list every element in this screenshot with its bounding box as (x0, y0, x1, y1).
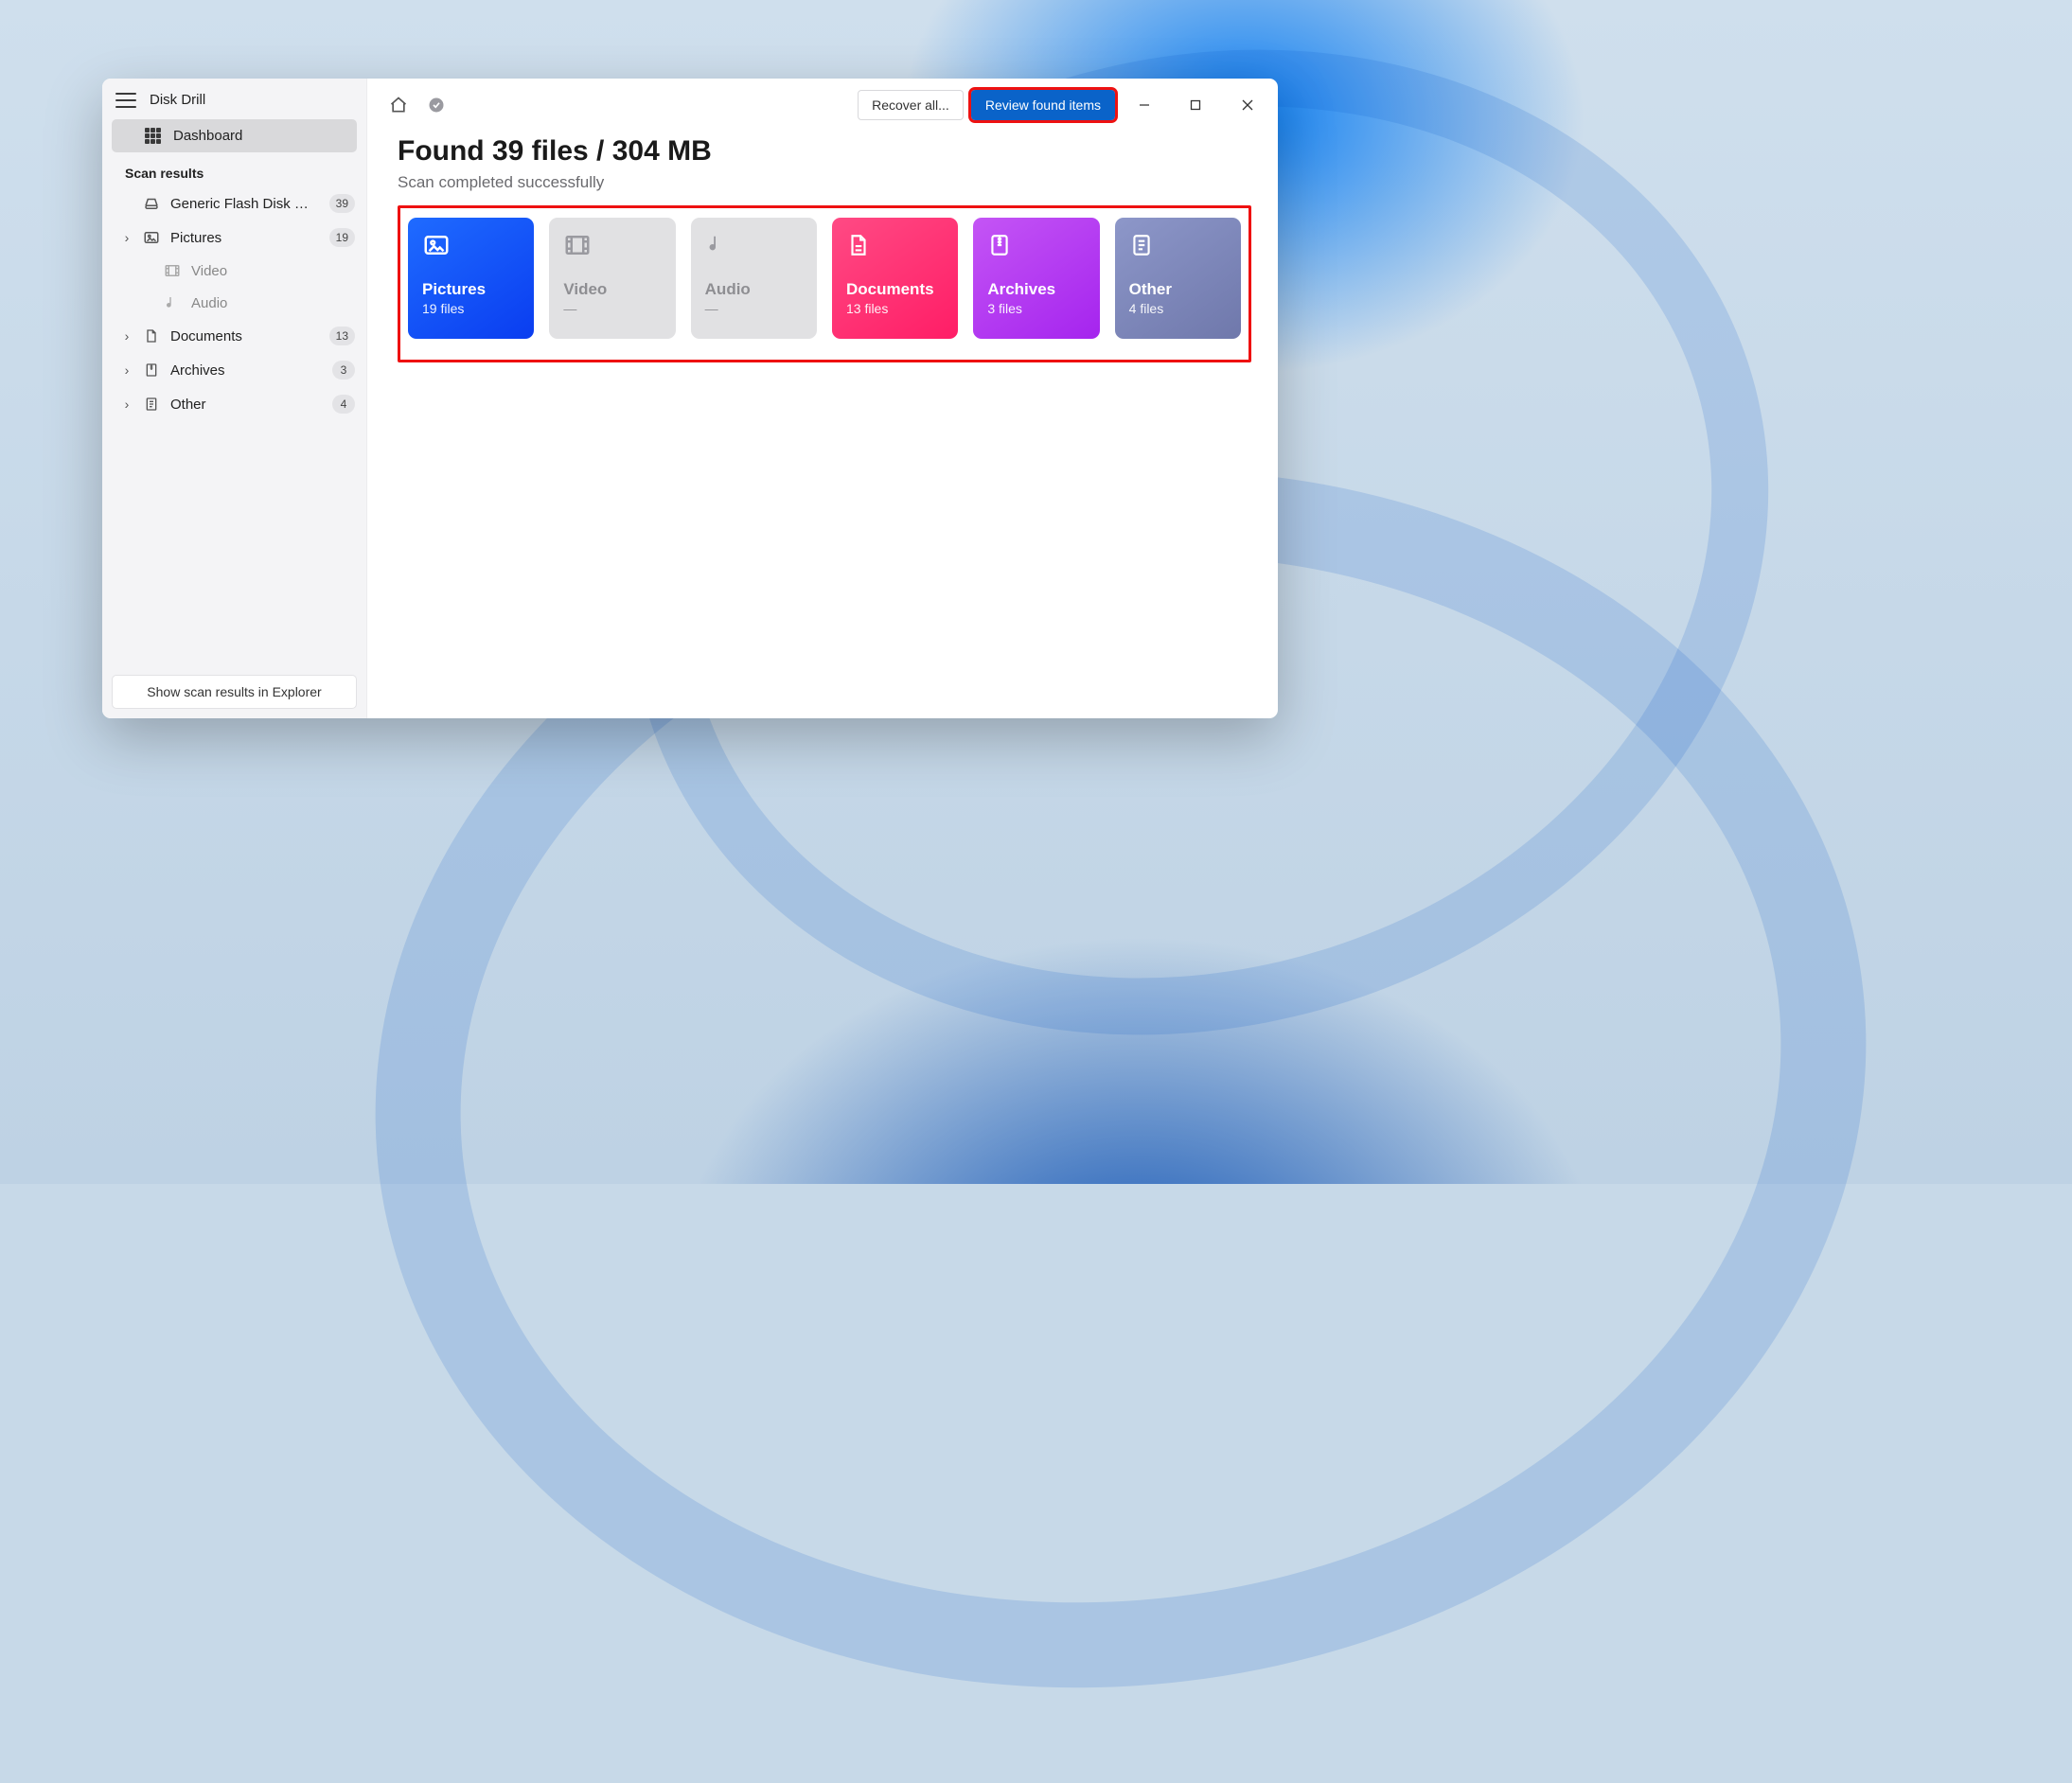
card-title: Other (1129, 280, 1227, 299)
sidebar-item-label: Pictures (170, 230, 319, 246)
count-badge: 3 (332, 361, 355, 380)
chevron-right-icon[interactable]: › (121, 397, 133, 412)
card-title: Documents (846, 280, 944, 299)
chevron-right-icon[interactable]: › (121, 328, 133, 344)
chevron-right-icon[interactable]: › (121, 230, 133, 245)
main-pane: Recover all... Review found items Found … (367, 79, 1278, 718)
maximize-button[interactable] (1174, 90, 1217, 120)
card-title: Archives (987, 280, 1085, 299)
sidebar-item-other[interactable]: › Other 4 (102, 387, 366, 421)
sidebar-item-label: Other (170, 397, 322, 413)
card-sub: 3 files (987, 301, 1085, 316)
document-icon (846, 231, 875, 259)
category-cards-highlight: Pictures 19 files Video — Audio — (398, 205, 1251, 362)
sidebar-item-device[interactable]: › Generic Flash Disk USB D... 39 (102, 186, 366, 221)
sidebar-item-archives[interactable]: › Archives 3 (102, 353, 366, 387)
show-in-explorer-button[interactable]: Show scan results in Explorer (112, 675, 357, 709)
card-documents[interactable]: Documents 13 files (832, 218, 958, 339)
sidebar-item-pictures[interactable]: › Pictures 19 (102, 221, 366, 255)
card-sub: 13 files (846, 301, 944, 316)
card-sub: 4 files (1129, 301, 1227, 316)
chevron-right-icon[interactable]: › (121, 362, 133, 378)
count-badge: 13 (329, 327, 355, 345)
picture-icon (422, 231, 451, 259)
card-archives[interactable]: Archives 3 files (973, 218, 1099, 339)
sidebar-item-label: Documents (170, 328, 319, 344)
sidebar: Disk Drill Dashboard Scan results › Gene… (102, 79, 367, 718)
card-sub: — (705, 301, 803, 316)
sidebar-item-label: Dashboard (173, 128, 242, 144)
video-icon (164, 262, 181, 279)
archive-icon (987, 231, 1016, 259)
app-window: Disk Drill Dashboard Scan results › Gene… (102, 79, 1278, 718)
card-sub: 19 files (422, 301, 520, 316)
sidebar-item-audio[interactable]: › Audio (102, 287, 366, 319)
app-title: Disk Drill (150, 92, 205, 108)
sidebar-item-label: Audio (191, 295, 355, 311)
video-icon (563, 231, 592, 259)
count-badge: 4 (332, 395, 355, 414)
results-subhead: Scan completed successfully (398, 173, 1251, 192)
audio-icon (164, 294, 181, 311)
archive-icon (143, 362, 160, 379)
recover-all-button[interactable]: Recover all... (858, 90, 964, 120)
sidebar-item-label: Generic Flash Disk USB D... (170, 196, 319, 212)
file-icon (1129, 231, 1158, 259)
card-other[interactable]: Other 4 files (1115, 218, 1241, 339)
card-title: Audio (705, 280, 803, 299)
sidebar-item-label: Archives (170, 362, 322, 379)
sidebar-item-dashboard[interactable]: Dashboard (112, 119, 357, 152)
card-audio: Audio — (691, 218, 817, 339)
results-headline: Found 39 files / 304 MB (398, 135, 1251, 168)
minimize-button[interactable] (1123, 90, 1166, 120)
card-title: Pictures (422, 280, 520, 299)
dashboard-icon (145, 128, 161, 144)
sidebar-header: Disk Drill (102, 79, 366, 119)
count-badge: 19 (329, 228, 355, 247)
sidebar-section-label: Scan results (102, 152, 366, 186)
sidebar-item-label: Video (191, 263, 355, 279)
close-button[interactable] (1225, 90, 1270, 120)
audio-icon (705, 231, 734, 259)
card-sub: — (563, 301, 661, 316)
sidebar-item-video[interactable]: › Video (102, 255, 366, 287)
card-title: Video (563, 280, 661, 299)
check-circle-icon[interactable] (426, 95, 447, 115)
content-area: Found 39 files / 304 MB Scan completed s… (367, 132, 1278, 381)
drive-icon (143, 195, 160, 212)
card-pictures[interactable]: Pictures 19 files (408, 218, 534, 339)
card-video: Video — (549, 218, 675, 339)
picture-icon (143, 229, 160, 246)
toolbar: Recover all... Review found items (367, 79, 1278, 132)
review-found-items-button[interactable]: Review found items (971, 90, 1115, 120)
document-icon (143, 327, 160, 344)
home-icon[interactable] (388, 95, 409, 115)
file-icon (143, 396, 160, 413)
count-badge: 39 (329, 194, 355, 213)
sidebar-item-documents[interactable]: › Documents 13 (102, 319, 366, 353)
hamburger-icon[interactable] (115, 93, 136, 108)
